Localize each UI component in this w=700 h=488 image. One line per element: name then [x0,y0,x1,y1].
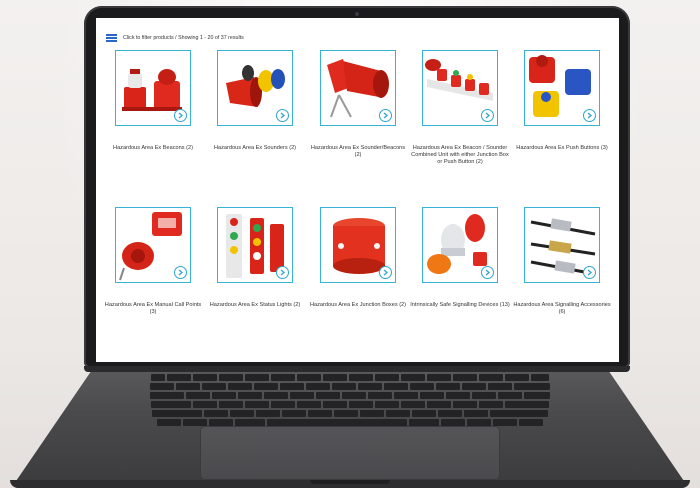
product-label[interactable]: Hazardous Area Ex Manual Call Points (3) [101,302,205,316]
filter-separator: / [175,35,177,41]
lid-opening-notch [310,480,390,484]
laptop-screen: Click to filter products / Showing 1 - 2… [96,18,619,362]
chevron-right-icon [485,112,491,119]
chevron-right-icon [383,112,389,119]
chevron-right-icon [178,112,184,119]
product-label[interactable]: Hazardous Area Ex Junction Boxes (2) [306,302,410,309]
chevron-right-icon [485,269,491,276]
product-label[interactable]: Hazardous Area Ex Beacon / Sounder Combi… [408,145,512,167]
product-thumbnail[interactable] [115,50,191,126]
product-card-push-buttons[interactable]: Hazardous Area Ex Push Buttons (3) [510,50,614,152]
product-label[interactable]: Hazardous Area Signalling Accessories (6… [510,302,614,316]
keyboard [135,374,565,426]
product-thumbnail[interactable] [320,207,396,283]
chevron-right-icon [383,269,389,276]
laptop-hinge [84,366,630,372]
product-card-is-devices[interactable]: Intrinsically Safe Signalling Devices (1… [408,207,512,309]
hamburger-menu-icon[interactable] [106,34,117,42]
view-category-button[interactable] [276,266,289,279]
product-card-call-points[interactable]: Hazardous Area Ex Manual Call Points (3) [101,207,205,316]
view-category-button[interactable] [174,266,187,279]
view-category-button[interactable] [276,109,289,122]
view-category-button[interactable] [481,266,494,279]
chevron-right-icon [280,269,286,276]
view-category-button[interactable] [379,266,392,279]
product-thumbnail[interactable] [115,207,191,283]
filter-bar: Click to filter products / Showing 1 - 2… [106,32,244,44]
product-label[interactable]: Hazardous Area Ex Push Buttons (3) [510,145,614,152]
product-thumbnail[interactable] [422,50,498,126]
view-category-button[interactable] [583,109,596,122]
webcam [355,12,359,16]
product-label[interactable]: Hazardous Area Ex Beacons (2) [101,145,205,152]
product-card-accessories[interactable]: Hazardous Area Signalling Accessories (6… [510,207,614,316]
product-label[interactable]: Hazardous Area Ex Sounders (2) [203,145,307,152]
product-thumbnail[interactable] [524,50,600,126]
product-thumbnail[interactable] [217,50,293,126]
product-card-combined-unit[interactable]: Hazardous Area Ex Beacon / Sounder Combi… [408,50,512,167]
trackpad [200,426,500,480]
chevron-right-icon [178,269,184,276]
product-card-sounder-beacons[interactable]: Hazardous Area Ex Sounder/Beacons (2) [306,50,410,159]
chevron-right-icon [587,269,593,276]
results-count: Showing 1 - 20 of 37 results [178,35,244,41]
chevron-right-icon [280,112,286,119]
filter-products-link[interactable]: Click to filter products [123,35,174,41]
product-label[interactable]: Intrinsically Safe Signalling Devices (1… [408,302,512,309]
view-category-button[interactable] [379,109,392,122]
view-category-button[interactable] [174,109,187,122]
product-card-junction-boxes[interactable]: Hazardous Area Ex Junction Boxes (2) [306,207,410,309]
chevron-right-icon [587,112,593,119]
view-category-button[interactable] [481,109,494,122]
product-card-sounders[interactable]: Hazardous Area Ex Sounders (2) [203,50,307,152]
product-thumbnail[interactable] [524,207,600,283]
product-card-status-lights[interactable]: Hazardous Area Ex Status Lights (2) [203,207,307,309]
product-label[interactable]: Hazardous Area Ex Sounder/Beacons (2) [306,145,410,159]
view-category-button[interactable] [583,266,596,279]
product-thumbnail[interactable] [422,207,498,283]
product-label[interactable]: Hazardous Area Ex Status Lights (2) [203,302,307,309]
product-thumbnail[interactable] [320,50,396,126]
product-card-beacons[interactable]: Hazardous Area Ex Beacons (2) [101,50,205,152]
product-thumbnail[interactable] [217,207,293,283]
